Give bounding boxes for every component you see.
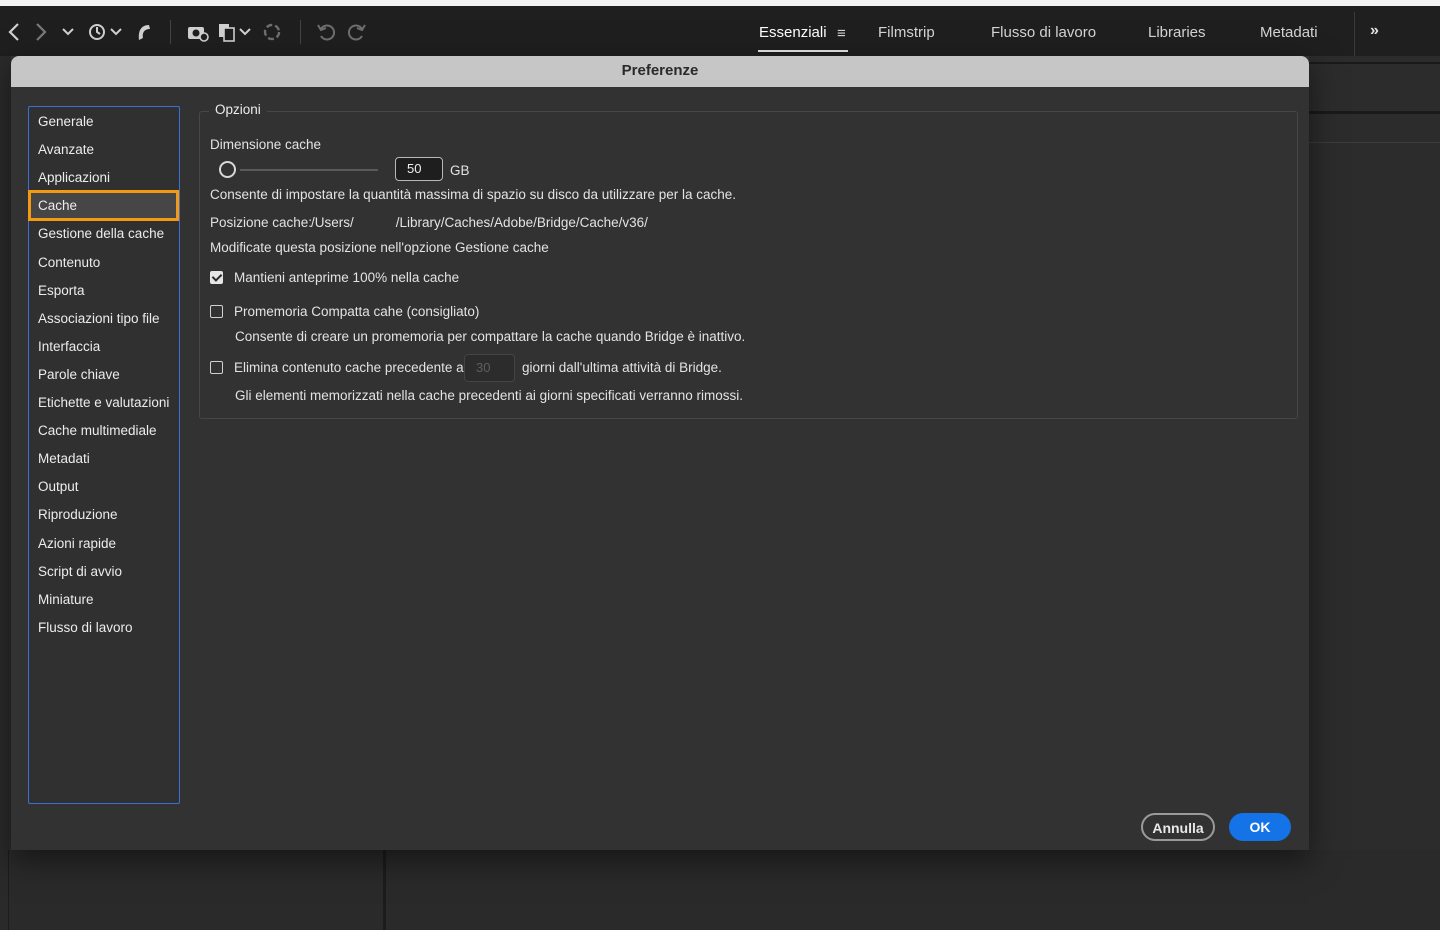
workspace-menu-icon[interactable]: ≡ bbox=[837, 25, 846, 42]
workspace-tab-flusso-di-lavoro[interactable]: Flusso di lavoro bbox=[991, 24, 1096, 41]
workspace-tab-metadati[interactable]: Metadati bbox=[1260, 24, 1318, 41]
rotate-left-icon[interactable] bbox=[316, 22, 338, 46]
camera-import-icon[interactable] bbox=[186, 22, 210, 46]
options-legend: Opzioni bbox=[209, 102, 267, 117]
purge-cache-description: Gli elementi memorizzati nella cache pre… bbox=[235, 388, 743, 403]
purge-cache-label: Elimina contenuto cache precedente a bbox=[234, 360, 464, 375]
rotate-right-icon[interactable] bbox=[345, 22, 367, 46]
cache-location-path: /Users/ /Library/Caches/Adobe/Bridge/Cach… bbox=[311, 215, 648, 230]
more-workspaces-icon[interactable]: » bbox=[1370, 22, 1379, 40]
cancel-button[interactable]: Annulla bbox=[1141, 813, 1215, 841]
background-divider bbox=[8, 850, 9, 930]
sidebar-item-miniature[interactable]: Miniature bbox=[29, 587, 179, 613]
cache-size-input[interactable]: 50 bbox=[395, 157, 443, 181]
background-divider bbox=[1309, 111, 1440, 114]
refine-icon[interactable] bbox=[262, 22, 282, 46]
compact-reminder-checkbox[interactable] bbox=[210, 305, 223, 318]
sidebar-item-associazioni-tipo-file[interactable]: Associazioni tipo file bbox=[29, 306, 179, 332]
sidebar-item-flusso-di-lavoro[interactable]: Flusso di lavoro bbox=[29, 615, 179, 641]
sidebar-item-applicazioni[interactable]: Applicazioni bbox=[29, 165, 179, 191]
sidebar-item-etichette-e-valutazioni[interactable]: Etichette e valutazioni bbox=[29, 390, 179, 416]
toolbar-separator bbox=[170, 20, 171, 44]
forward-icon[interactable] bbox=[34, 22, 48, 46]
cache-size-unit: GB bbox=[450, 163, 470, 178]
sidebar-item-interfaccia[interactable]: Interfaccia bbox=[29, 334, 179, 360]
copy-icon[interactable] bbox=[218, 22, 252, 46]
background-panel bbox=[1309, 56, 1440, 930]
cache-size-description: Consente di impostare la quantità massim… bbox=[210, 187, 737, 202]
cache-location-suffix: /Library/Caches/Adobe/Bridge/Cache/v36/ bbox=[395, 215, 648, 230]
sidebar-item-riproduzione[interactable]: Riproduzione bbox=[29, 502, 179, 528]
purge-cache-suffix: giorni dall'ultima attività di Bridge. bbox=[522, 360, 722, 375]
selected-item-highlight bbox=[28, 190, 179, 221]
cache-size-slider-thumb[interactable] bbox=[219, 161, 236, 178]
history-icon[interactable] bbox=[87, 22, 123, 46]
workspace-tab-filmstrip[interactable]: Filmstrip bbox=[878, 24, 935, 41]
sidebar-item-metadati[interactable]: Metadati bbox=[29, 446, 179, 472]
sidebar-item-esporta[interactable]: Esporta bbox=[29, 278, 179, 304]
sidebar-item-cache-multimediale[interactable]: Cache multimediale bbox=[29, 418, 179, 444]
app-toolbar: Essenziali ≡ Filmstrip Flusso di lavoro … bbox=[0, 6, 1440, 62]
ok-button[interactable]: OK bbox=[1229, 813, 1291, 841]
preferences-dialog: Preferenze Generale Avanzate Applicazioni C… bbox=[11, 56, 1309, 850]
cache-location-label: Posizione cache: bbox=[210, 215, 313, 230]
cache-location-prefix: /Users/ bbox=[311, 215, 354, 230]
sidebar-item-output[interactable]: Output bbox=[29, 474, 179, 500]
cache-location-hint: Modificate questa posizione nell'opzione… bbox=[210, 240, 549, 255]
sidebar-item-generale[interactable]: Generale bbox=[29, 109, 179, 135]
background-divider bbox=[1309, 62, 1440, 64]
sidebar-item-contenuto[interactable]: Contenuto bbox=[29, 250, 179, 276]
sidebar-item-parole-chiave[interactable]: Parole chiave bbox=[29, 362, 179, 388]
background-divider bbox=[1309, 142, 1440, 143]
dialog-title: Preferenze bbox=[11, 56, 1309, 87]
sidebar-item-gestione-della-cache[interactable]: Gestione della cache bbox=[29, 221, 179, 247]
toolbar-separator bbox=[1354, 12, 1355, 62]
cache-size-slider-track[interactable] bbox=[240, 169, 378, 171]
compact-reminder-description: Consente di creare un promemoria per com… bbox=[235, 329, 746, 344]
purge-cache-checkbox[interactable] bbox=[210, 361, 223, 374]
back-icon[interactable] bbox=[7, 22, 21, 46]
purge-days-input[interactable]: 30 bbox=[464, 354, 515, 382]
workspace-tab-essenziali[interactable]: Essenziali bbox=[759, 24, 827, 41]
sidebar-item-avanzate[interactable]: Avanzate bbox=[29, 137, 179, 163]
background-divider bbox=[383, 850, 386, 930]
background-panel bbox=[0, 850, 1440, 930]
keep-previews-label: Mantieni anteprime 100% nella cache bbox=[234, 270, 460, 285]
workspace-tab-libraries[interactable]: Libraries bbox=[1148, 24, 1206, 41]
compact-reminder-label: Promemoria Compatta cahe (consigliato) bbox=[234, 304, 480, 319]
chevron-down-icon[interactable] bbox=[62, 22, 74, 46]
boomerang-icon[interactable] bbox=[135, 22, 153, 46]
sidebar-item-azioni-rapide[interactable]: Azioni rapide bbox=[29, 531, 179, 557]
active-workspace-underline bbox=[758, 50, 848, 52]
keep-previews-checkbox[interactable] bbox=[210, 271, 223, 284]
cache-size-label: Dimensione cache bbox=[210, 137, 322, 152]
sidebar-item-script-di-avvio[interactable]: Script di avvio bbox=[29, 559, 179, 585]
toolbar-separator bbox=[300, 20, 301, 44]
